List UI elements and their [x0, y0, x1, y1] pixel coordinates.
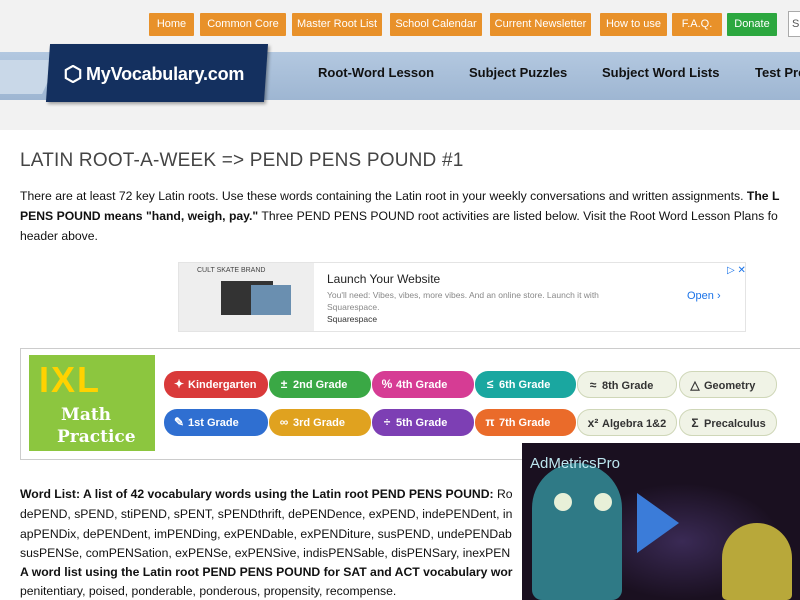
grade-label: Algebra 1&2: [602, 418, 667, 430]
approx-icon: ≈: [589, 378, 597, 392]
grade-label: 1st Grade: [188, 417, 239, 429]
ixl-logo-text: IXL: [39, 359, 102, 400]
pi-icon: π: [485, 415, 495, 429]
precalculus-button[interactable]: Σ Precalculus: [679, 409, 777, 436]
grade-6th-button[interactable]: ≤6th Grade: [475, 371, 576, 398]
video-ad[interactable]: AdMetricsPro: [522, 443, 800, 600]
grade-7th-button[interactable]: π 7th Grade: [475, 409, 576, 436]
intro-line-1: There are at least 72 key Latin roots. U…: [20, 189, 779, 203]
grade-label: 4th Grade: [396, 379, 448, 391]
intro-bold: The L: [746, 189, 780, 203]
hexagon-icon: [64, 65, 82, 83]
word-list-line: penitentiary, poised, ponderable, ponder…: [20, 584, 397, 598]
ad-banner[interactable]: CULT SKATE BRAND Launch Your Website You…: [178, 262, 746, 332]
grade-label: Geometry: [704, 380, 756, 392]
word-list-text: Ro: [496, 487, 513, 501]
word-list-line: apPENDix, dePENDent, imPENDing, exPENDab…: [20, 527, 512, 541]
ad-title[interactable]: Launch Your Website: [327, 272, 440, 286]
logo-text: MyVocabulary.com: [86, 64, 245, 84]
infinity-icon: ∞: [279, 415, 289, 429]
geometry-button[interactable]: △ Geometry: [679, 371, 777, 398]
word-list-title: Word List: A list of 42 vocabulary words…: [20, 487, 494, 501]
nav-test-prep[interactable]: Test Pre: [755, 65, 800, 80]
less-equal-icon: ≤: [486, 377, 494, 391]
ad-open-label: Open: [687, 290, 714, 302]
grade-3rd-button[interactable]: ∞ 3rd Grade: [269, 409, 371, 436]
sat-word-list-title: A word list using the Latin root PEND PE…: [20, 565, 513, 579]
grade-1st-button[interactable]: ✎ 1st Grade: [164, 409, 268, 436]
sigma-icon: Σ: [691, 416, 699, 430]
ad-open-button[interactable]: Open ›: [687, 290, 721, 302]
intro-text-2: Three PEND PENS POUND root activities ar…: [261, 209, 778, 223]
ad-brand-label: CULT SKATE BRAND: [197, 267, 266, 274]
monster-eye: [554, 493, 572, 511]
nav-donate-button[interactable]: Donate: [727, 13, 777, 36]
nav-home-button[interactable]: Home: [149, 13, 194, 36]
algebra-button[interactable]: x² Algebra 1&2: [577, 409, 677, 436]
nav-faq-button[interactable]: F.A.Q.: [672, 13, 722, 36]
nav-root-word-lesson[interactable]: Root-Word Lesson: [318, 65, 434, 80]
ad-image: CULT SKATE BRAND: [179, 263, 314, 331]
word-list-line: dePEND, sPEND, stiPEND, sPENT, sPENDthri…: [20, 507, 513, 521]
word-list-heading: Word List: A list of 42 vocabulary words…: [20, 487, 513, 501]
play-icon[interactable]: [637, 493, 679, 553]
percent-icon: %: [381, 377, 393, 391]
grade-label: 8th Grade: [602, 380, 654, 392]
ad-skateboard-graphic-2: [251, 285, 291, 315]
nav-school-calendar-button[interactable]: School Calendar: [390, 13, 482, 36]
ad-close-icon[interactable]: ▷ ✕: [727, 265, 745, 276]
grade-5th-button[interactable]: ÷ 5th Grade: [372, 409, 474, 436]
sat-word-list-heading: A word list using the Latin root PEND PE…: [20, 565, 513, 579]
video-ad-brand: AdMetricsPro: [530, 455, 621, 472]
nav-current-newsletter-button[interactable]: Current Newsletter: [490, 13, 591, 36]
nav-common-core-button[interactable]: Common Core: [200, 13, 286, 36]
nav-subject-word-lists[interactable]: Subject Word Lists: [602, 65, 720, 80]
video-monster-character-2: [722, 523, 792, 600]
monster-eye: [594, 493, 612, 511]
ad-sponsor: Squarespace: [327, 314, 378, 324]
chevron-right-icon: ›: [716, 290, 721, 302]
nav-subject-puzzles[interactable]: Subject Puzzles: [469, 65, 567, 80]
grade-label: 7th Grade: [499, 417, 551, 429]
x-squared-icon: x²: [587, 416, 599, 430]
ixl-subtitle-practice: Practice: [57, 427, 136, 447]
nav-how-to-use-button[interactable]: How to use: [600, 13, 667, 36]
grade-label: Kindergarten: [188, 379, 257, 391]
ixl-logo[interactable]: IXL Math Practice: [29, 355, 155, 451]
word-list-line: susPENSe, comPENSation, exPENSe, exPENSi…: [20, 546, 511, 560]
grade-label: Precalculus: [704, 418, 766, 430]
ixl-subtitle-math: Math: [61, 405, 112, 425]
page-title: LATIN ROOT-A-WEEK => PEND PENS POUND #1: [20, 150, 464, 171]
ad-body: You'll need: Vibes, vibes, more vibes. A…: [327, 290, 599, 312]
grade-8th-button[interactable]: ≈8th Grade: [577, 371, 677, 398]
divide-icon: ÷: [383, 415, 391, 429]
grade-label: 6th Grade: [499, 379, 551, 391]
top-nav: Home Common Core Master Root List School…: [0, 0, 800, 42]
intro-line-3: header above.: [20, 229, 98, 243]
grade-label: 5th Grade: [396, 417, 448, 429]
grade-label: 2nd Grade: [293, 379, 348, 391]
grade-label: 3rd Grade: [293, 417, 345, 429]
plus-minus-icon: ±: [280, 377, 288, 391]
grade-4th-button[interactable]: % 4th Grade: [372, 371, 474, 398]
pencil-icon: ✎: [173, 415, 185, 429]
intro-text: There are at least 72 key Latin roots. U…: [20, 189, 744, 203]
grade-2nd-button[interactable]: ±2nd Grade: [269, 371, 371, 398]
nav-master-root-list-button[interactable]: Master Root List: [292, 13, 382, 36]
triangle-icon: △: [690, 378, 700, 392]
intro-bold-definition: PENS POUND means "hand, weigh, pay.": [20, 209, 259, 223]
intro-line-2: PENS POUND means "hand, weigh, pay." Thr…: [20, 209, 778, 223]
video-monster-character: [532, 463, 622, 600]
stars-icon: ✦: [173, 377, 185, 391]
grade-kindergarten-button[interactable]: ✦ Kindergarten: [164, 371, 268, 398]
search-input[interactable]: S: [788, 11, 800, 37]
